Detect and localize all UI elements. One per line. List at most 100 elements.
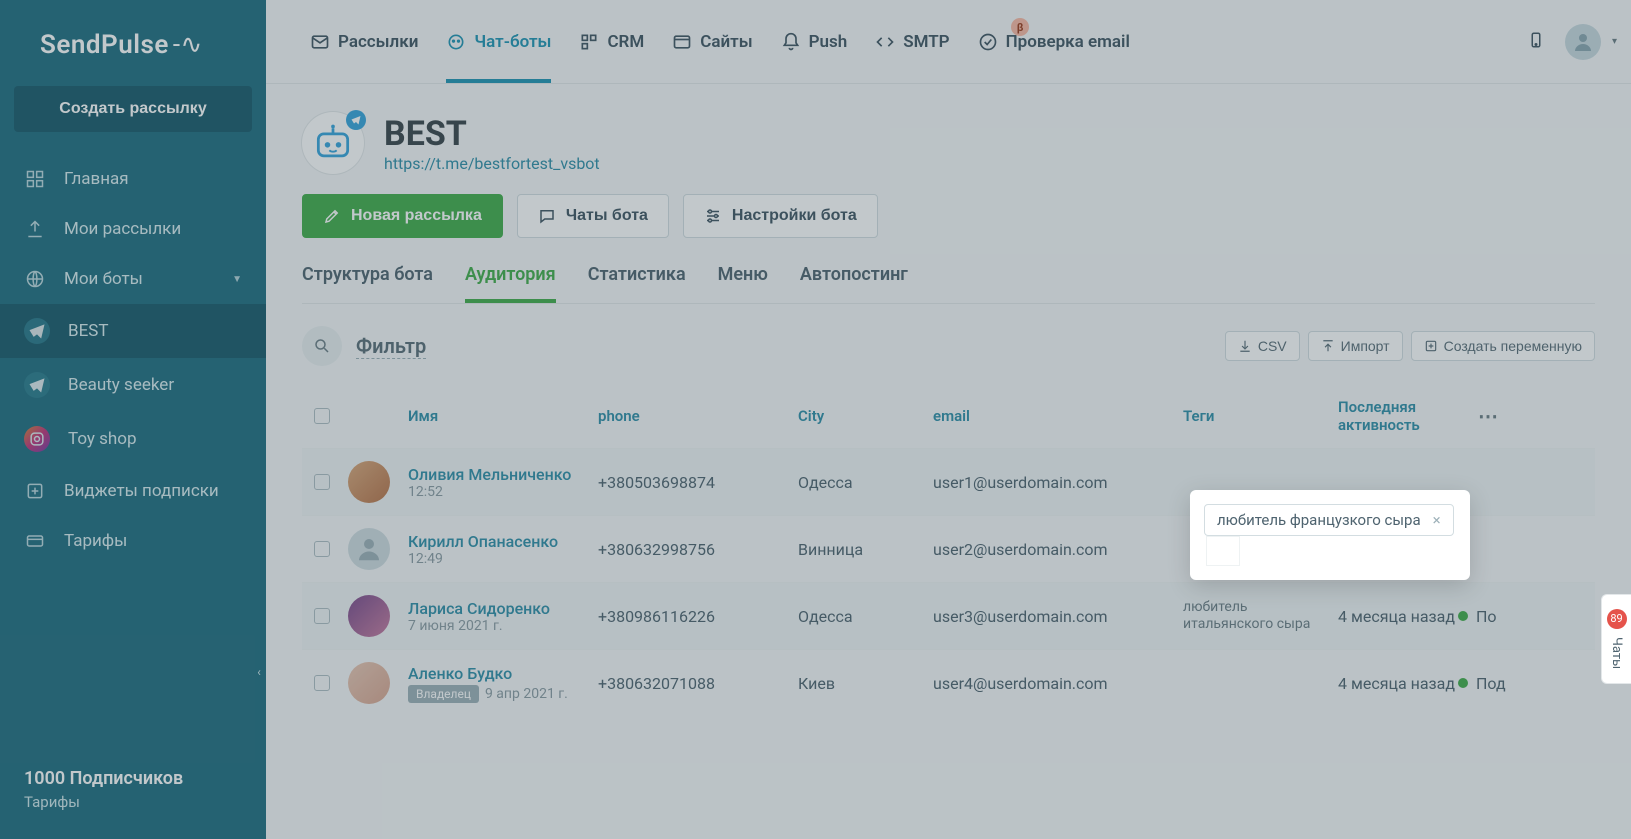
- pulse-icon: -∿: [173, 30, 203, 60]
- col-city[interactable]: City: [798, 407, 933, 425]
- topnav-label: Чат-боты: [474, 32, 551, 52]
- topnav-label: Сайты: [700, 32, 752, 52]
- topnav-chatbots[interactable]: Чат-боты: [432, 0, 565, 83]
- table-row[interactable]: Аленко Будко Владелец 9 апр 2021 г. +38063…: [302, 649, 1595, 716]
- instagram-icon: [24, 426, 50, 452]
- avatar: [348, 528, 390, 570]
- tab-autoposting[interactable]: Автопостинг: [800, 264, 908, 303]
- button-label: CSV: [1258, 338, 1287, 354]
- topnav-verify[interactable]: Проверка email: [964, 0, 1144, 83]
- new-campaign-button[interactable]: Новая рассылка: [302, 194, 503, 238]
- beta-badge: β: [1011, 18, 1029, 36]
- sidebar-item-tariffs[interactable]: Тарифы: [0, 516, 266, 566]
- tag-text: любитель французкого сыра: [1217, 511, 1421, 529]
- contact-time: 9 апр 2021 г.: [485, 686, 568, 702]
- button-label: Создать переменную: [1444, 338, 1582, 354]
- col-name[interactable]: Имя: [408, 407, 598, 425]
- columns-more-icon[interactable]: ⋯: [1458, 404, 1518, 428]
- topnav: Рассылки Чат-боты CRM Сайты Push SMTP Пр…: [266, 0, 1631, 84]
- owner-badge: Владелец: [408, 685, 479, 703]
- filter-toggle[interactable]: Фильтр: [356, 334, 426, 359]
- bot-title: BEST: [384, 114, 600, 154]
- topnav-crm[interactable]: CRM: [565, 0, 658, 83]
- sidebar-item-toyshop[interactable]: Toy shop: [0, 412, 266, 466]
- table-row[interactable]: Лариса Сидоренко7 июня 2021 г. +38098611…: [302, 582, 1595, 649]
- tab-audience[interactable]: Аудитория: [465, 264, 556, 303]
- mobile-icon[interactable]: [1527, 28, 1545, 56]
- sidebar-item-label: Мои боты: [64, 269, 143, 289]
- bot-chats-button[interactable]: Чаты бота: [517, 194, 669, 238]
- contact-phone: +380986116226: [598, 607, 798, 626]
- topnav-label: CRM: [607, 32, 644, 52]
- import-button[interactable]: Импорт: [1308, 331, 1403, 361]
- row-checkbox[interactable]: [314, 675, 330, 691]
- contact-name[interactable]: Аленко Будко: [408, 664, 598, 683]
- telegram-badge-icon: [346, 110, 366, 130]
- search-button[interactable]: [302, 326, 342, 366]
- contact-email: user1@userdomain.com: [933, 473, 1183, 492]
- contact-tag: любитель итальянского сыра: [1183, 599, 1338, 634]
- bot-link[interactable]: https://t.me/bestfortest_vsbot: [384, 154, 600, 173]
- tag-pill[interactable]: любитель французкого сыра ×: [1204, 504, 1454, 536]
- topnav-label: Push: [809, 32, 848, 52]
- contact-name[interactable]: Кирилл Опанасенко: [408, 532, 598, 551]
- sidebar-item-widgets[interactable]: Виджеты подписки: [0, 466, 266, 516]
- contact-city: Одесса: [798, 607, 933, 626]
- col-phone[interactable]: phone: [598, 407, 798, 425]
- row-checkbox[interactable]: [314, 474, 330, 490]
- upload-icon: [24, 218, 46, 240]
- topnav-label: SMTP: [903, 32, 949, 52]
- col-tags[interactable]: Теги: [1183, 407, 1338, 425]
- contact-email: user2@userdomain.com: [933, 540, 1183, 559]
- tab-structure[interactable]: Структура бота: [302, 264, 433, 303]
- create-campaign-button[interactable]: Создать рассылку: [14, 86, 252, 132]
- sidebar-item-beauty[interactable]: Beauty seeker: [0, 358, 266, 412]
- topnav-campaigns[interactable]: Рассылки: [296, 0, 432, 83]
- bot-settings-button[interactable]: Настройки бота: [683, 194, 878, 238]
- sidebar-item-best[interactable]: BEST: [0, 304, 266, 358]
- topnav-sites[interactable]: Сайты: [658, 0, 766, 83]
- brand-name: SendPulse: [40, 30, 169, 60]
- tariff-link[interactable]: Тарифы: [24, 793, 242, 811]
- contact-city: Винница: [798, 540, 933, 559]
- button-label: Новая рассылка: [351, 207, 482, 225]
- sidebar-item-label: BEST: [68, 321, 109, 341]
- contact-name[interactable]: Оливия Мельниченко: [408, 465, 598, 484]
- topnav-smtp[interactable]: SMTP: [861, 0, 963, 83]
- contact-last: 4 месяца назад: [1338, 607, 1458, 626]
- tag-input[interactable]: [1206, 536, 1240, 566]
- topnav-push[interactable]: Push: [767, 0, 862, 83]
- select-all-checkbox[interactable]: [314, 408, 330, 424]
- contact-city: Киев: [798, 674, 933, 693]
- remove-tag-icon[interactable]: ×: [1429, 511, 1445, 529]
- contact-phone: +380632071088: [598, 674, 798, 693]
- row-checkbox[interactable]: [314, 541, 330, 557]
- sidebar-item-label: Мои рассылки: [64, 219, 181, 239]
- user-menu[interactable]: [1565, 24, 1601, 60]
- col-last-activity[interactable]: Последняя активность: [1338, 398, 1458, 434]
- contact-name[interactable]: Лариса Сидоренко: [408, 599, 598, 618]
- tab-stats[interactable]: Статистика: [588, 264, 686, 303]
- avatar: [348, 461, 390, 503]
- window-icon: [672, 32, 692, 52]
- logo[interactable]: SendPulse-∿: [0, 0, 266, 86]
- create-variable-button[interactable]: Создать переменную: [1411, 331, 1595, 361]
- collapse-sidebar-button[interactable]: ‹: [252, 660, 266, 684]
- avatar: [348, 595, 390, 637]
- sidebar-item-mybots[interactable]: Мои боты▼: [0, 254, 266, 304]
- export-csv-button[interactable]: CSV: [1225, 331, 1300, 361]
- contact-phone: +380632998756: [598, 540, 798, 559]
- button-label: Чаты бота: [566, 207, 648, 225]
- row-checkbox[interactable]: [314, 608, 330, 624]
- mail-icon: [310, 32, 330, 52]
- tab-menu[interactable]: Меню: [718, 264, 768, 303]
- sidebar-item-home[interactable]: Главная: [0, 154, 266, 204]
- button-label: Импорт: [1341, 338, 1390, 354]
- sidebar-item-campaigns[interactable]: Мои рассылки: [0, 204, 266, 254]
- chat-count-badge: 89: [1607, 609, 1627, 629]
- col-email[interactable]: email: [933, 407, 1183, 425]
- chats-side-tab[interactable]: 89 Чаты: [1601, 594, 1631, 684]
- globe-icon: [24, 268, 46, 290]
- main: Рассылки Чат-боты CRM Сайты Push SMTP Пр…: [266, 0, 1631, 839]
- bot-icon: [446, 32, 466, 52]
